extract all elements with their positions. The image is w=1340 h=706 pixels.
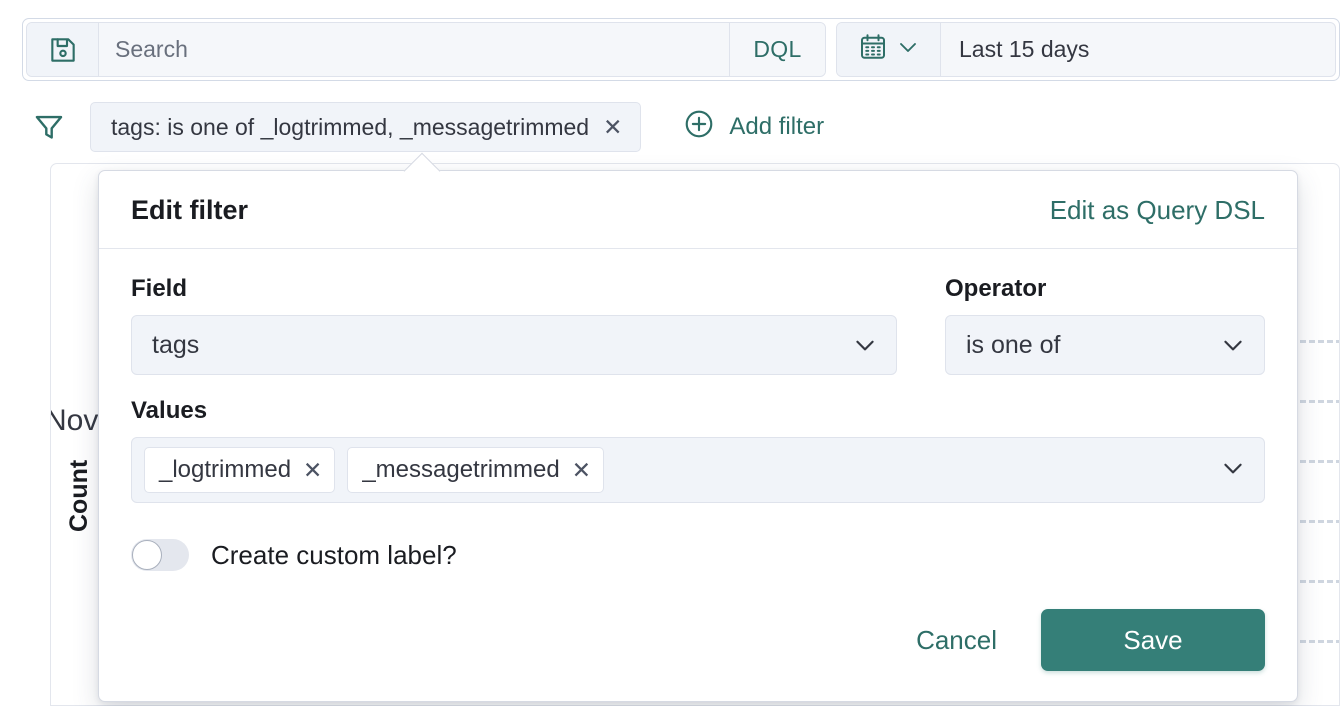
chart-y-axis-label: Count <box>65 459 93 532</box>
popover-footer: Cancel Save <box>99 587 1297 701</box>
chevron-down-icon[interactable] <box>1220 455 1246 486</box>
histogram-plot-area: 202 <box>1291 164 1339 705</box>
close-x-icon[interactable]: ✕ <box>303 458 322 482</box>
operator-label: Operator <box>945 275 1047 302</box>
filter-funnel-icon <box>22 110 76 144</box>
field-select-value: tags <box>152 330 200 359</box>
chart-xtick-left: Nov <box>50 404 99 437</box>
value-pill-label: _messagetrimmed <box>362 456 560 483</box>
save-floppy-icon[interactable] <box>27 23 99 76</box>
edit-filter-popover: Edit filter Edit as Query DSL Field tags <box>98 152 1298 702</box>
chevron-down-icon <box>896 35 920 64</box>
date-picker-toggle-button[interactable] <box>837 23 941 76</box>
dql-toggle-button[interactable]: DQL <box>729 23 825 76</box>
date-range-group: Last 15 days <box>836 22 1336 77</box>
values-group: Values _logtrimmed ✕ _messagetrimmed ✕ <box>131 397 1265 503</box>
date-range-value[interactable]: Last 15 days <box>941 23 1107 76</box>
values-label: Values <box>131 397 208 424</box>
popover-title: Edit filter <box>131 195 249 225</box>
close-x-icon[interactable]: ✕ <box>572 458 591 482</box>
chevron-down-icon <box>1220 332 1246 358</box>
custom-label-toggle-row: Create custom label? <box>131 539 1265 571</box>
search-input-wrapper <box>99 23 729 76</box>
value-pill[interactable]: _logtrimmed ✕ <box>144 447 336 493</box>
plus-circle-icon <box>683 108 715 147</box>
cancel-button[interactable]: Cancel <box>910 615 1003 666</box>
add-filter-label: Add filter <box>729 113 825 140</box>
field-select[interactable]: tags <box>131 315 897 375</box>
popover-body: Field tags Operator is one of Values _lo… <box>99 249 1297 587</box>
edit-as-query-dsl-link[interactable]: Edit as Query DSL <box>1050 195 1265 226</box>
add-filter-button[interactable]: Add filter <box>683 108 824 147</box>
discover-page: Nov Count 202 <box>0 0 1340 706</box>
operator-select[interactable]: is one of <box>945 315 1265 375</box>
value-pill-label: _logtrimmed <box>159 456 292 483</box>
values-pill-list: _logtrimmed ✕ _messagetrimmed ✕ <box>144 447 1208 493</box>
operator-select-value: is one of <box>966 330 1061 359</box>
popover-header: Edit filter Edit as Query DSL <box>99 171 1297 249</box>
operator-group: Operator is one of <box>945 275 1265 375</box>
close-x-icon[interactable]: ✕ <box>603 115 622 139</box>
calendar-icon <box>858 32 888 67</box>
chevron-down-icon <box>852 332 878 358</box>
filter-pill-tags[interactable]: tags: is one of _logtrimmed, _messagetri… <box>90 102 642 152</box>
value-pill[interactable]: _messagetrimmed ✕ <box>347 447 605 493</box>
toggle-knob <box>132 540 162 570</box>
query-bar: DQL <box>22 18 1340 81</box>
field-group: Field tags <box>131 275 897 375</box>
field-label: Field <box>131 275 188 302</box>
filter-pill-label: tags: is one of _logtrimmed, _messagetri… <box>111 113 590 140</box>
create-custom-label-toggle[interactable] <box>131 539 189 571</box>
search-group: DQL <box>26 22 826 77</box>
values-combobox[interactable]: _logtrimmed ✕ _messagetrimmed ✕ <box>131 437 1265 503</box>
search-input[interactable] <box>99 36 729 63</box>
filter-bar: tags: is one of _logtrimmed, _messagetri… <box>22 98 1340 156</box>
save-button[interactable]: Save <box>1041 609 1265 671</box>
create-custom-label-text: Create custom label? <box>211 539 457 570</box>
